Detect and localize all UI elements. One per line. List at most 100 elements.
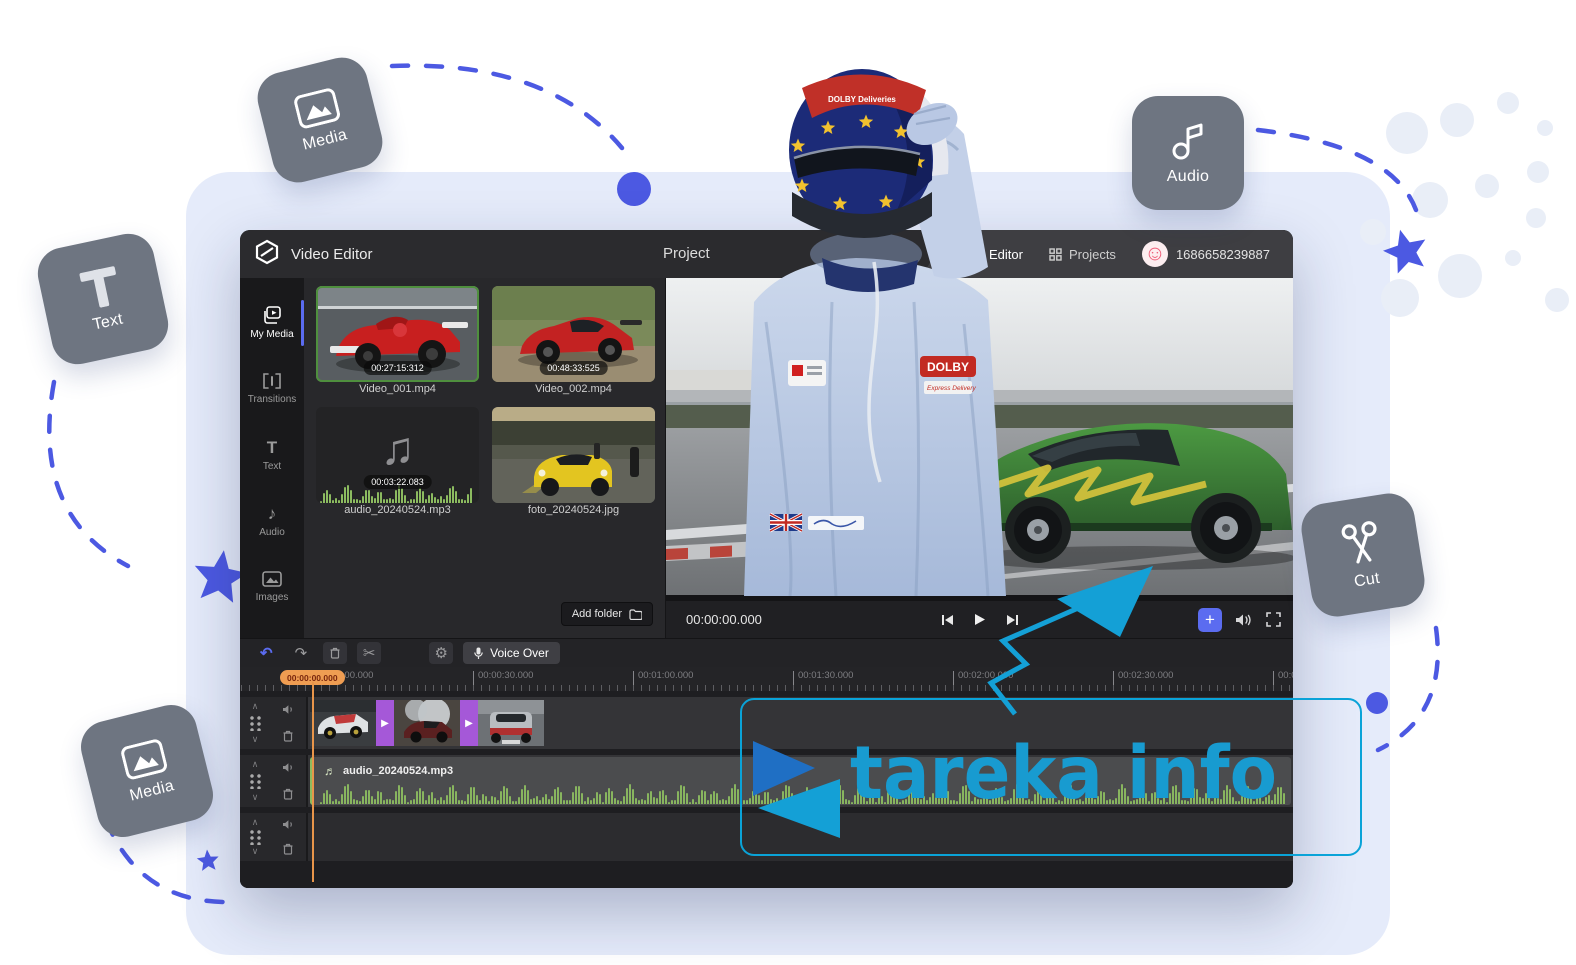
- voice-over-button[interactable]: Voice Over: [463, 642, 560, 664]
- grid-icon: [1049, 248, 1062, 261]
- track-controls: ∧∨: [240, 755, 308, 807]
- transition-clip[interactable]: ▶: [376, 700, 394, 746]
- media-thumbnail-video-002[interactable]: 00:48:33:525: [492, 286, 655, 382]
- mute-speaker-icon[interactable]: [282, 704, 295, 715]
- image-icon: [119, 737, 168, 780]
- tab-editor[interactable]: Editor: [967, 247, 1023, 262]
- duration-badge: 00:03:22.083: [363, 475, 432, 489]
- volume-button[interactable]: [1235, 613, 1253, 627]
- add-folder-button[interactable]: Add folder: [561, 602, 653, 626]
- add-to-timeline-button[interactable]: +: [1198, 608, 1222, 632]
- camera-icon: [967, 248, 982, 260]
- my-media-icon: [262, 306, 282, 324]
- media-item-name: Video_002.mp4: [492, 382, 655, 400]
- drag-handle-icon[interactable]: [250, 830, 261, 845]
- track-controls: ∧∨: [240, 697, 308, 749]
- image-icon: [262, 571, 282, 587]
- undo-button[interactable]: ↶: [254, 642, 279, 664]
- track-controls: ∧∨: [240, 813, 308, 861]
- watermark-text: tareka info: [850, 731, 1277, 816]
- delete-track-icon[interactable]: [283, 843, 293, 855]
- text-icon: [75, 263, 126, 311]
- media-thumbnail-audio[interactable]: ♫ 00:03:22.083: [316, 407, 479, 503]
- tab-projects[interactable]: Projects: [1049, 247, 1116, 262]
- ruler-tick-label: 00:02:30.000: [1113, 671, 1173, 682]
- collapse-down-icon[interactable]: ∨: [252, 846, 259, 857]
- transition-clip[interactable]: ▶: [460, 700, 478, 746]
- watermark-frame: tareka info: [740, 698, 1362, 856]
- ruler-tick-label: 00:01:00.000: [633, 671, 693, 682]
- ruler-tick-label: 00:02:00.000: [953, 671, 1013, 682]
- delete-track-icon[interactable]: [283, 730, 293, 742]
- collapse-up-icon[interactable]: ∧: [252, 817, 259, 828]
- play-button[interactable]: [974, 613, 986, 626]
- mute-speaker-icon[interactable]: [282, 762, 295, 773]
- sidebar-item-audio[interactable]: ♪ Audio: [240, 490, 304, 552]
- mute-speaker-icon[interactable]: [282, 819, 295, 830]
- helmet-brand-text: DOLBY Deliveries: [828, 95, 896, 104]
- user-account[interactable]: ☺ 1686658239887: [1142, 241, 1270, 267]
- delete-track-icon[interactable]: [283, 788, 293, 800]
- preview-area: 00:00:00.000 +: [666, 278, 1293, 638]
- floating-badge-text: Text: [33, 229, 173, 369]
- split-scissors-button[interactable]: ✂: [357, 642, 381, 664]
- preview-video-frame[interactable]: [666, 278, 1293, 601]
- app-logo-icon: [254, 239, 280, 270]
- previous-frame-button[interactable]: [941, 614, 954, 626]
- yellow-car-photo-art: [492, 407, 655, 503]
- media-item-name: foto_20240524.jpg: [492, 503, 655, 521]
- playhead-line[interactable]: [312, 682, 314, 882]
- video-clip[interactable]: [394, 700, 460, 746]
- media-item-name: audio_20240524.mp3: [316, 503, 479, 521]
- sidebar-item-text[interactable]: T Text: [240, 424, 304, 486]
- media-item-name: Video_001.mp4: [316, 382, 479, 400]
- drag-handle-icon[interactable]: [250, 716, 261, 731]
- bubble-cluster: [1360, 92, 1569, 317]
- music-note-icon: ♪: [268, 505, 277, 522]
- floating-badge-cut: Cut: [1298, 490, 1428, 620]
- folder-icon: [629, 609, 642, 620]
- ruler-tick-label: 00:01:30.000: [793, 671, 853, 682]
- ruler-tick-label: 00:00:30.000: [473, 671, 533, 682]
- transitions-icon: [262, 373, 282, 389]
- image-icon: [292, 86, 341, 129]
- collapse-down-icon[interactable]: ∨: [252, 792, 259, 803]
- text-icon: T: [267, 439, 277, 456]
- video-clip[interactable]: [310, 700, 376, 746]
- media-thumbnail-video-001[interactable]: 00:27:15:312: [316, 286, 479, 382]
- sidebar-item-my-media[interactable]: My Media: [240, 292, 304, 354]
- video-clip[interactable]: [478, 700, 544, 746]
- redo-button[interactable]: ↷: [289, 642, 314, 664]
- collapse-up-icon[interactable]: ∧: [252, 759, 259, 770]
- ruler-tick-label: 00:03: [1273, 671, 1293, 682]
- app-title: Video Editor: [291, 246, 372, 263]
- duration-badge: 00:48:33:525: [539, 361, 608, 375]
- media-thumbnail-foto[interactable]: [492, 407, 655, 503]
- microphone-icon: [474, 647, 483, 660]
- avatar: ☺: [1142, 241, 1168, 267]
- page: Video Editor Project Editor Projects ☺ 1…: [0, 0, 1576, 965]
- project-label: Project: [663, 230, 710, 278]
- fullscreen-button[interactable]: [1266, 612, 1281, 627]
- delete-button[interactable]: [323, 642, 347, 664]
- top-bar-right: Editor Projects ☺ 1686658239887: [921, 230, 1293, 278]
- drag-handle-icon[interactable]: [250, 774, 261, 789]
- duration-badge: 00:27:15:312: [363, 361, 432, 375]
- playback-timecode: 00:00:00.000: [686, 612, 762, 627]
- collapse-down-icon[interactable]: ∨: [252, 734, 259, 745]
- music-note-icon: [1168, 121, 1208, 161]
- collapse-up-icon[interactable]: ∧: [252, 701, 259, 712]
- music-note-icon: ♫: [380, 421, 415, 475]
- media-panel: 00:27:15:312 Video_001.mp4: [304, 278, 666, 638]
- next-frame-button[interactable]: [1006, 614, 1019, 626]
- sidebar-item-images[interactable]: Images: [240, 556, 304, 618]
- playback-bar: 00:00:00.000 +: [666, 601, 1293, 638]
- sidebar-item-transitions[interactable]: Transitions: [240, 358, 304, 420]
- sidebar: My Media Transitions T Text ♪ Audio Imag…: [240, 278, 304, 638]
- top-bar: Video Editor Project Editor Projects ☺ 1…: [240, 230, 1293, 278]
- timeline-ruler[interactable]: 00:00:00.000 00:00:30.000 00:01:00.000 0…: [240, 667, 1293, 691]
- music-note-icon: ♬: [324, 764, 336, 778]
- settings-gear-button[interactable]: ⚙: [429, 642, 453, 664]
- preview-scene-art: [666, 278, 1293, 595]
- user-id: 1686658239887: [1176, 247, 1270, 262]
